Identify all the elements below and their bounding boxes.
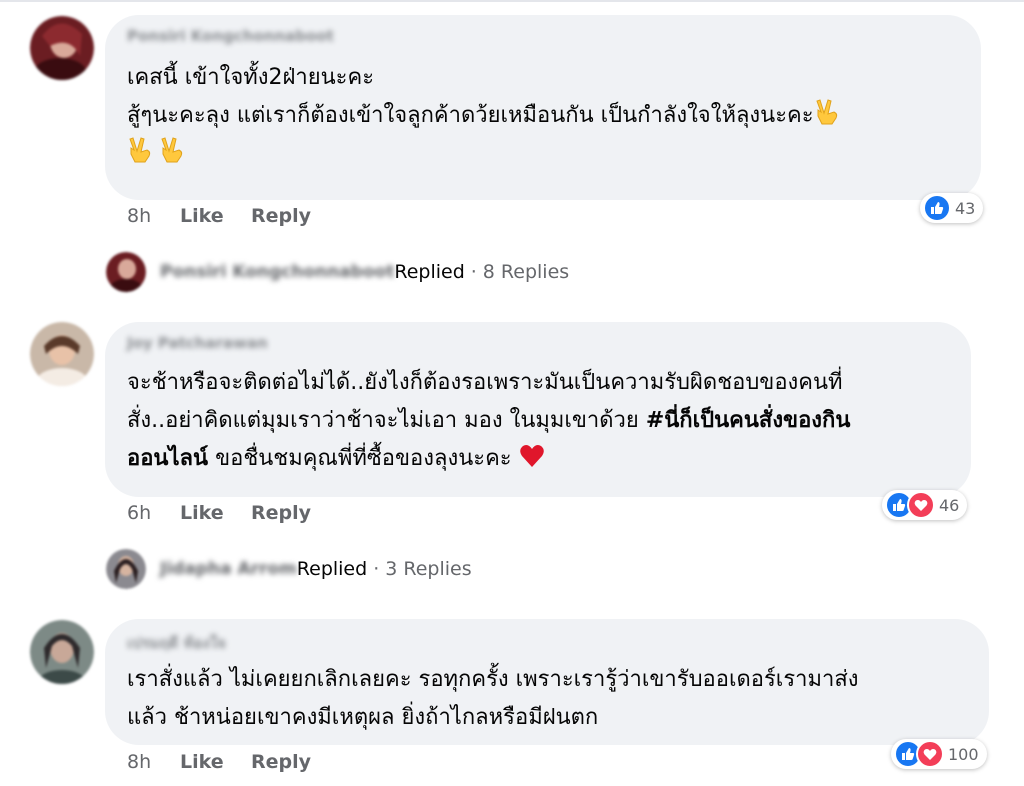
comment-1-text: เคสนี้ เข้าใจทั้ง2ฝ่ายนะคะ สู้ๆนะคะลุง แ… [127, 59, 840, 173]
comment-2-text: จะช้าหรือจะติดต่อไม่ได้..ยังไงก็ต้องรอเพ… [127, 364, 850, 478]
comment-1-actions: 8h Like Reply [127, 205, 427, 231]
comment-2-avatar[interactable] [30, 322, 94, 386]
comment-2-line-1: จะช้าหรือจะติดต่อไม่ได้..ยังไงก็ต้องรอเพ… [127, 370, 843, 395]
reply-button[interactable]: Reply [251, 751, 311, 773]
replier-name: Jidapha Arrom [160, 559, 297, 579]
comment-3-text: เราสั่งแล้ว ไม่เคยยกเลิกเลยคะ รอทุกครั้ง… [127, 661, 859, 737]
replies-count: 3 Replies [385, 558, 472, 580]
love-icon [916, 740, 944, 768]
victory-hand-icon [814, 98, 840, 126]
reply-2-avatar[interactable] [106, 549, 146, 589]
like-button[interactable]: Like [180, 205, 224, 227]
love-icon [907, 491, 935, 519]
comment-3-avatar[interactable] [30, 620, 94, 684]
replier-name: Ponsiri Kongchonnaboot [160, 262, 395, 282]
comment-3-bubble: เปรมฤดี ท้องใจ เราสั่งแล้ว ไม่เคยยกเลิกเ… [105, 619, 989, 745]
comment-3-line-1: เราสั่งแล้ว ไม่เคยยกเลิกเลยคะ รอทุกครั้ง… [127, 667, 859, 692]
timestamp[interactable]: 8h [127, 751, 151, 773]
like-button[interactable]: Like [180, 502, 224, 524]
reply-button[interactable]: Reply [251, 205, 311, 227]
replied-label: Replied [296, 558, 368, 580]
top-divider [0, 0, 1024, 2]
comment-2-actions: 6h Like Reply [127, 502, 427, 528]
comment-3-author[interactable]: เปรมฤดี ท้องใจ [127, 631, 226, 655]
comment-1-avatar[interactable] [30, 16, 94, 80]
comment-1-reactions[interactable]: 43 [920, 193, 984, 223]
hashtag-link[interactable]: #นี่ก็เป็นคนสั่งของกิน [646, 408, 851, 433]
victory-hand-icon [127, 136, 153, 164]
timestamp[interactable]: 6h [127, 502, 151, 524]
reaction-count: 100 [948, 744, 979, 764]
comment-3-reactions[interactable]: 100 [891, 739, 987, 769]
comment-1-bubble: Ponsiri Kongchonnaboot เคสนี้ เข้าใจทั้ง… [105, 15, 981, 200]
victory-hand-icon [159, 136, 185, 164]
comment-2-author[interactable]: Joy Patcharawan [127, 334, 268, 352]
comment-2-reactions[interactable]: 46 [882, 490, 968, 520]
comment-3-actions: 8h Like Reply [127, 751, 427, 777]
reply-button[interactable]: Reply [251, 502, 311, 524]
comment-1-replies-link[interactable]: Ponsiri Kongchonnaboot Replied · 8 Repli… [160, 259, 569, 285]
reply-1-avatar[interactable] [106, 252, 146, 292]
comment-1-author[interactable]: Ponsiri Kongchonnaboot [127, 27, 334, 45]
red-heart-icon [519, 443, 545, 471]
separator-dot: · [470, 261, 477, 283]
hashtag-link-cont[interactable]: ออนไลน์ [127, 446, 208, 471]
comment-2-line-2: สั่ง..อย่าคิดแต่มุมเราว่าช้าจะไม่เอา มอง… [127, 408, 639, 433]
reaction-count: 46 [939, 495, 960, 515]
like-icon [923, 194, 951, 222]
like-button[interactable]: Like [180, 751, 224, 773]
comment-2-replies-link[interactable]: Jidapha Arrom Replied · 3 Replies [160, 556, 472, 582]
comment-2-bubble: Joy Patcharawan จะช้าหรือจะติดต่อไม่ได้.… [105, 322, 971, 497]
separator-dot: · [373, 558, 380, 580]
reaction-count: 43 [955, 198, 976, 218]
replied-label: Replied [394, 261, 465, 283]
comment-3-line-2: แล้ว ช้าหน่อยเขาคงมีเหตุผล ยิ่งถ้าไกลหรื… [127, 705, 599, 730]
replies-count: 8 Replies [482, 261, 570, 283]
comment-1-line-2: สู้ๆนะคะลุง แต่เราก็ต้องเข้าใจลูกค้าดว้ย… [127, 103, 814, 128]
comment-1-line-1: เคสนี้ เข้าใจทั้ง2ฝ่ายนะคะ [127, 65, 375, 90]
comment-2-line-3: ขอชื่นชมคุณพี่ที่ซื้อของลุงนะคะ [215, 446, 512, 471]
timestamp[interactable]: 8h [127, 205, 151, 227]
